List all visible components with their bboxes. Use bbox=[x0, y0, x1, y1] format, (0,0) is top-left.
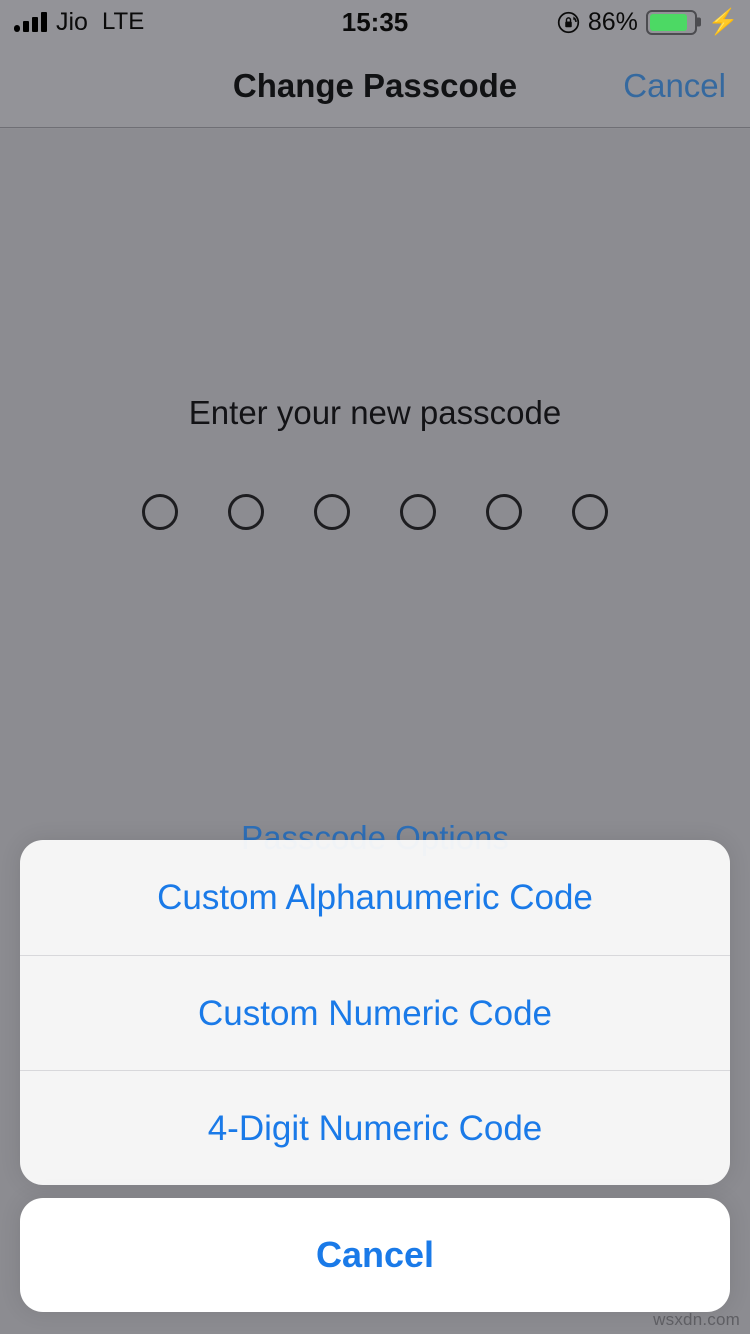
battery-fill bbox=[649, 13, 687, 31]
action-sheet-option-alphanumeric[interactable]: Custom Alphanumeric Code bbox=[20, 840, 730, 955]
action-sheet-cancel-button[interactable]: Cancel bbox=[20, 1198, 730, 1312]
passcode-dot bbox=[400, 494, 436, 530]
passcode-dot bbox=[142, 494, 178, 530]
action-sheet: Custom Alphanumeric Code Custom Numeric … bbox=[20, 840, 730, 1185]
passcode-prompt: Enter your new passcode bbox=[188, 394, 562, 431]
action-sheet-option-numeric[interactable]: Custom Numeric Code bbox=[20, 955, 730, 1070]
navigation-bar: Change Passcode Cancel bbox=[0, 44, 750, 128]
lightning-bolt-icon: ⚡ bbox=[707, 7, 739, 36]
status-bar-right: 86% ⚡ bbox=[557, 0, 739, 44]
battery-icon bbox=[645, 9, 701, 35]
rotation-lock-icon bbox=[557, 11, 580, 34]
action-sheet-cancel-label: Cancel bbox=[315, 1234, 435, 1275]
passcode-dot-group bbox=[0, 494, 750, 530]
passcode-dot bbox=[572, 494, 608, 530]
status-bar: Jio LTE 15:35 86% ⚡ bbox=[0, 0, 750, 44]
nav-cancel-button[interactable]: Cancel bbox=[623, 44, 726, 128]
passcode-dot bbox=[486, 494, 522, 530]
battery-percentage: 86% bbox=[587, 7, 638, 36]
battery-cap bbox=[696, 17, 701, 27]
passcode-dot bbox=[314, 494, 350, 530]
iphone-screen: Jio LTE 15:35 86% ⚡ Change Passcode Canc… bbox=[0, 0, 750, 1334]
watermark: wsxdn.com bbox=[653, 1310, 740, 1329]
action-sheet-option-4digit[interactable]: 4-Digit Numeric Code bbox=[20, 1070, 730, 1185]
passcode-dot bbox=[228, 494, 264, 530]
